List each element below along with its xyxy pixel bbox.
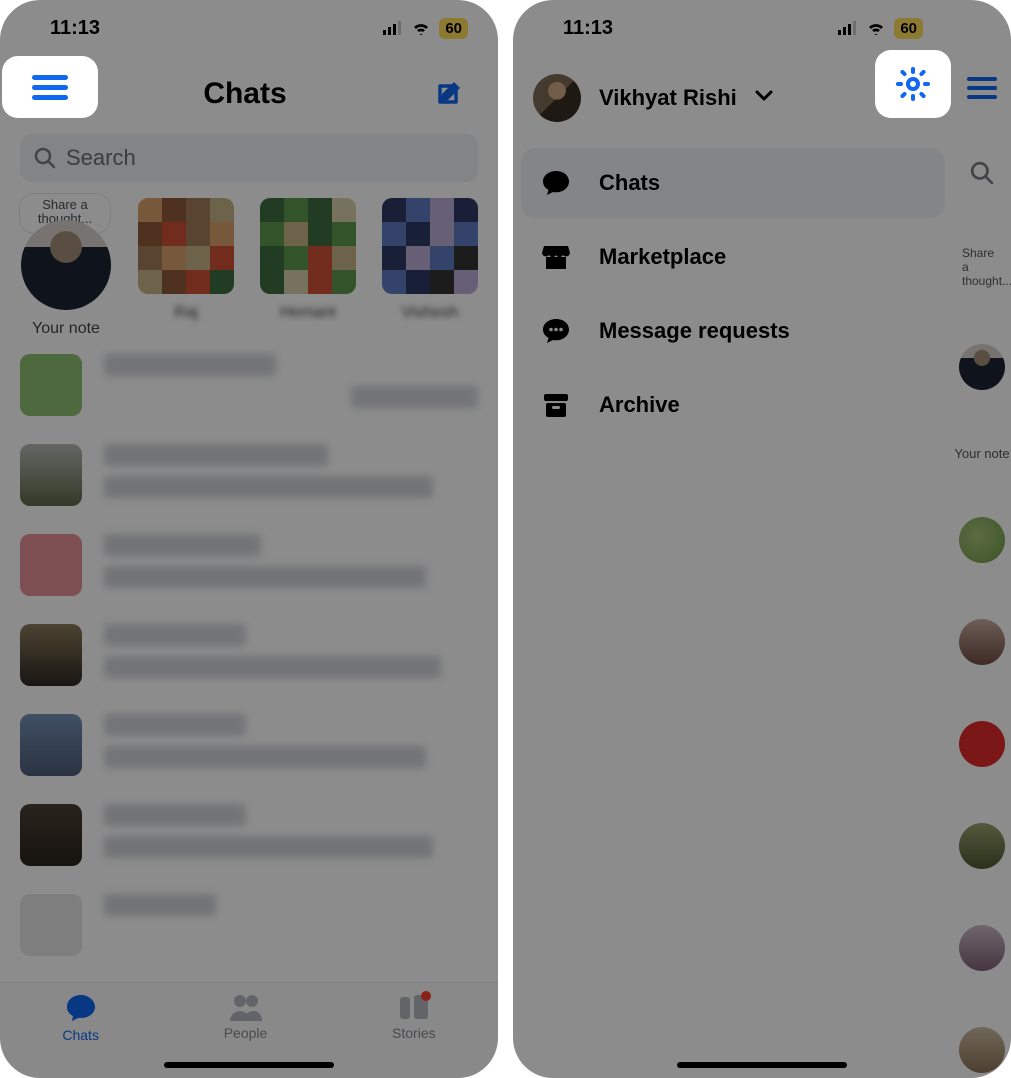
wifi-icon [411,21,431,35]
my-note[interactable]: Share a thought... Your note [20,220,112,338]
chat-row[interactable] [20,444,478,506]
archive-icon [539,388,573,422]
status-time: 11:13 [563,17,613,40]
menu-item-chats[interactable]: Chats [521,148,945,218]
page-title: Chats [203,77,286,111]
menu-label: Chats [599,170,660,196]
status-indicators: 60 [383,18,468,39]
peek-background: Share a thought... Your note [953,0,1011,1078]
chat-list [0,344,498,956]
chat-bubble-icon [65,993,97,1023]
message-requests-icon [539,314,573,348]
status-bar: 11:13 60 [0,0,498,56]
story-name: Raj [174,304,198,322]
story-name: Hemant [280,304,336,322]
home-indicator[interactable] [164,1062,334,1068]
tab-chats[interactable]: Chats [62,993,99,1043]
storefront-icon [539,240,573,274]
tab-stories[interactable]: Stories [392,993,436,1041]
profile-name: Vikhyat Rishi [599,85,737,111]
peek-avatar [959,925,1005,971]
peek-note-label: Your note [954,446,1009,461]
tab-people[interactable]: People [224,993,268,1041]
drawer-menu: Chats Marketplace Message requests Archi… [513,144,953,444]
compose-button[interactable] [422,66,478,122]
chat-row[interactable] [20,714,478,776]
cellular-icon [838,21,858,35]
story-item[interactable]: Hemant [260,198,356,338]
wifi-icon [866,21,886,35]
chat-avatar [20,444,82,506]
story-thumbnail [382,198,478,294]
compose-icon [434,78,466,110]
chat-bubble-icon [539,166,573,200]
peek-note-bubble: Share a thought... [962,246,1002,288]
screenshot-right: Share a thought... Your note 11:13 [513,0,1011,1078]
highlight-settings-button [875,50,951,118]
hamburger-icon [967,76,997,105]
chat-row[interactable] [20,804,478,866]
menu-label: Message requests [599,318,790,344]
battery-level: 60 [894,18,923,39]
my-note-label: Your note [32,320,100,338]
chat-avatar [20,714,82,776]
peek-avatar [959,619,1005,665]
home-indicator[interactable] [677,1062,847,1068]
menu-label: Archive [599,392,680,418]
screenshot-left: 11:13 60 Chats [0,0,498,1078]
peek-avatar [959,517,1005,563]
menu-item-archive[interactable]: Archive [521,370,945,440]
search-icon [34,147,56,169]
menu-item-message-requests[interactable]: Message requests [521,296,945,366]
peek-avatar [959,721,1005,767]
peek-avatar [959,344,1005,390]
status-time: 11:13 [50,17,100,40]
story-item[interactable]: Raj [138,198,234,338]
menu-label: Marketplace [599,244,726,270]
chat-row[interactable] [20,354,478,416]
tab-label: Chats [62,1027,99,1043]
chat-avatar [20,804,82,866]
story-item[interactable]: Vishesh [382,198,478,338]
search-placeholder: Search [66,145,136,171]
chat-avatar [20,894,82,956]
chat-avatar [20,624,82,686]
peek-avatar [959,1027,1005,1073]
chat-row[interactable] [20,534,478,596]
chat-row[interactable] [20,894,478,956]
story-thumbnail [138,198,234,294]
profile-avatar [533,74,581,122]
cellular-icon [383,21,403,35]
story-thumbnail [260,198,356,294]
my-note-avatar [21,220,111,310]
menu-item-marketplace[interactable]: Marketplace [521,222,945,292]
tab-label: People [224,1025,268,1041]
gear-icon [896,67,930,101]
chat-row[interactable] [20,624,478,686]
chevron-down-icon [755,89,773,107]
highlight-menu-button [2,56,98,118]
chat-avatar [20,354,82,416]
hamburger-icon [32,73,68,101]
chat-avatar [20,534,82,596]
search-input[interactable]: Search [20,134,478,182]
story-name: Vishesh [402,304,459,322]
status-indicators: 60 [838,18,923,39]
peek-avatar [959,823,1005,869]
people-icon [228,993,264,1021]
side-drawer: 11:13 60 Vikhyat Rishi [513,0,953,1078]
notification-dot-icon [421,991,431,1001]
tab-label: Stories [392,1025,436,1041]
search-icon [970,161,994,190]
battery-level: 60 [439,18,468,39]
notes-row: Share a thought... Your note Raj Hemant [0,182,498,344]
status-bar: 11:13 60 [513,0,953,56]
